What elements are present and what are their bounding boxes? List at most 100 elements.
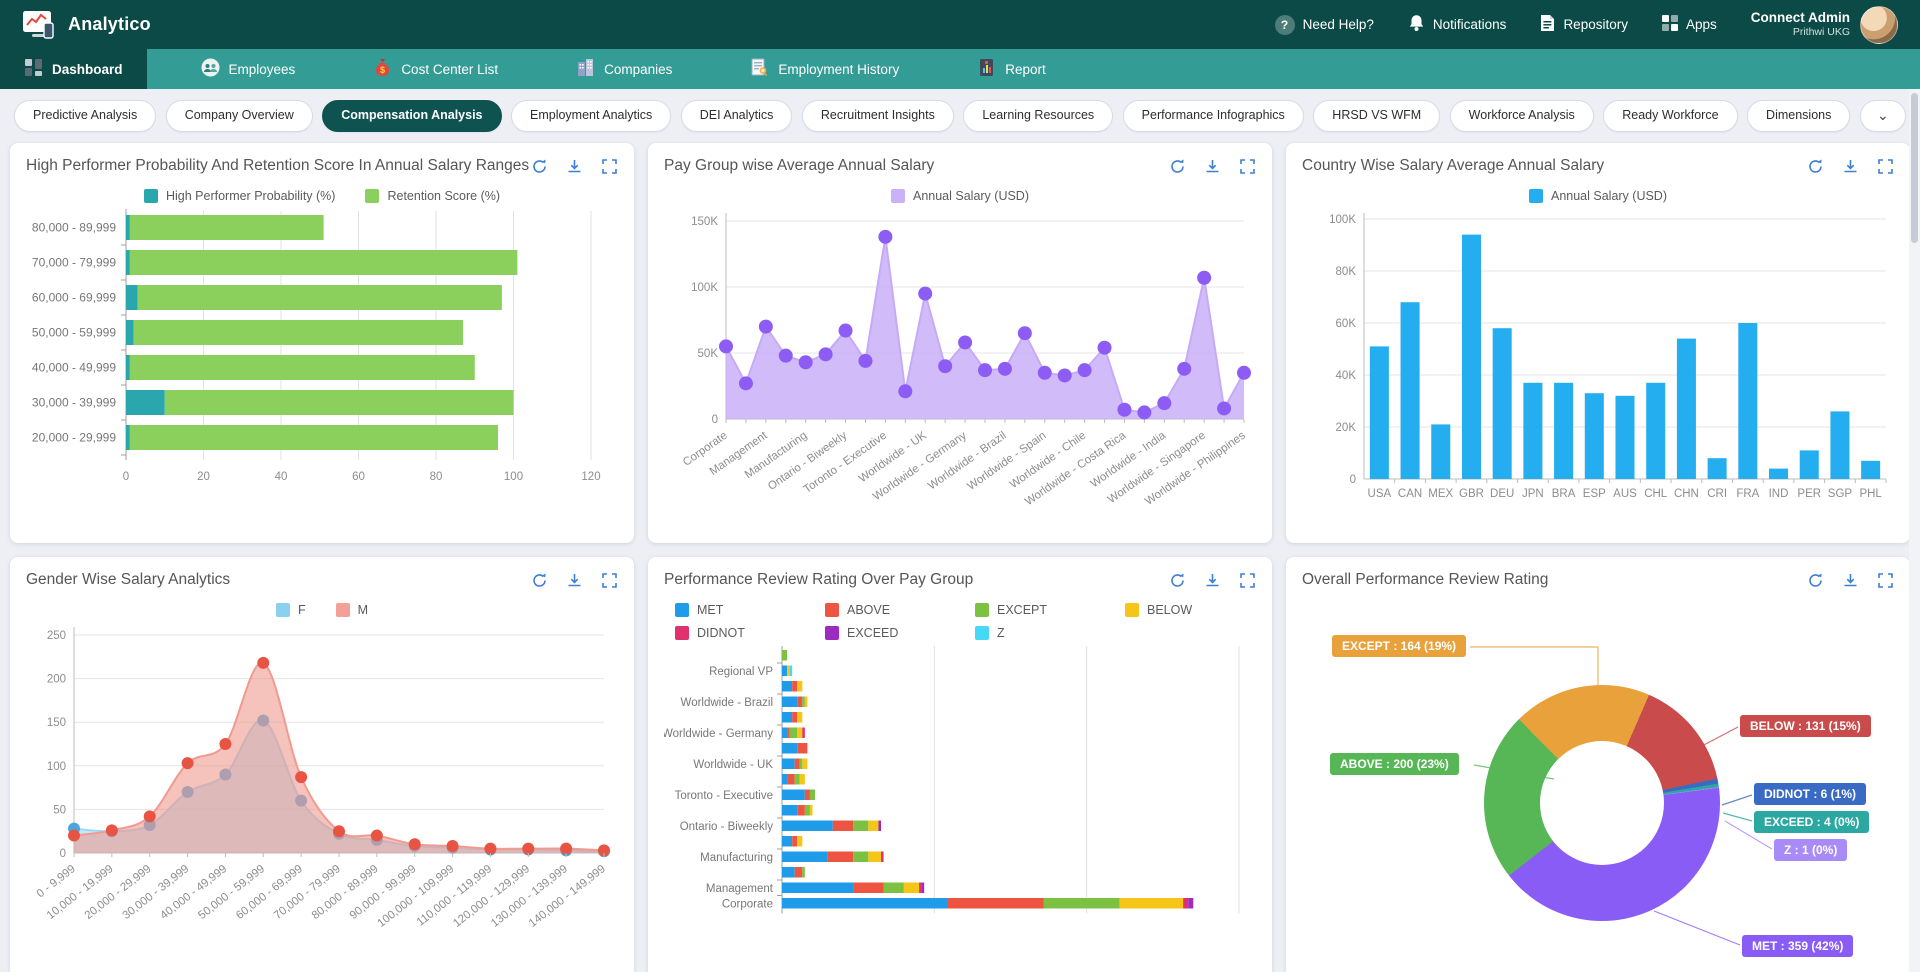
stack-segment-EXCEPT[interactable] [884, 883, 904, 894]
stack-segment-BELOW[interactable] [797, 836, 802, 847]
bar-high-performer[interactable] [126, 250, 130, 275]
stack-segment-MET[interactable] [782, 836, 792, 847]
data-point[interactable] [878, 230, 892, 244]
refresh-icon[interactable] [531, 572, 548, 589]
data-point-M[interactable] [219, 738, 231, 750]
refresh-icon[interactable] [1169, 158, 1186, 175]
user-avatar[interactable] [1860, 6, 1898, 44]
data-point[interactable] [1058, 368, 1072, 382]
filters-more-button[interactable]: ⌄ [1860, 100, 1906, 132]
stack-segment-EXCEPT[interactable] [853, 852, 868, 863]
stack-segment-EXCEPT[interactable] [795, 774, 800, 785]
stack-segment-MET[interactable] [782, 697, 797, 708]
stack-segment-EXCEED[interactable] [922, 883, 925, 894]
legend-item[interactable]: MET [675, 603, 795, 617]
legend-item[interactable]: M [336, 603, 368, 617]
data-point[interactable] [1018, 326, 1032, 340]
bar-retention[interactable] [130, 425, 498, 450]
stack-segment-MET[interactable] [782, 728, 787, 739]
stack-segment-EXCEPT[interactable] [802, 697, 805, 708]
stack-segment-EXCEED[interactable] [878, 821, 881, 832]
stack-segment-BELOW[interactable] [904, 883, 919, 894]
stack-segment-MET[interactable] [782, 666, 787, 677]
stack-segment-DIDNOT[interactable] [919, 883, 922, 894]
stack-segment-EXCEPT[interactable] [1044, 898, 1120, 909]
stack-segment-ABOVE[interactable] [792, 712, 797, 723]
data-point[interactable] [819, 347, 833, 361]
stack-segment-DIDNOT[interactable] [1183, 898, 1188, 909]
stack-segment-EXCEPT[interactable] [853, 821, 868, 832]
expand-icon[interactable] [601, 572, 618, 589]
download-icon[interactable] [566, 572, 583, 589]
bar-country-salary[interactable] [1585, 393, 1604, 479]
stack-segment-EXCEPT[interactable] [805, 805, 810, 816]
bar-country-salary[interactable] [1738, 323, 1757, 479]
stack-segment-MET[interactable] [782, 790, 805, 801]
data-point[interactable] [958, 335, 972, 349]
data-point[interactable] [1157, 396, 1171, 410]
download-icon[interactable] [1204, 572, 1221, 589]
data-point-M[interactable] [522, 843, 534, 855]
refresh-icon[interactable] [531, 158, 548, 175]
data-point[interactable] [719, 339, 733, 353]
stack-segment-ABOVE[interactable] [947, 898, 1043, 909]
slice-badge-exceed[interactable]: EXCEED : 4 (0%) [1754, 811, 1869, 833]
expand-icon[interactable] [1877, 572, 1894, 589]
stack-segment-MET[interactable] [782, 852, 828, 863]
stack-segment-ABOVE[interactable] [795, 759, 800, 770]
data-point[interactable] [799, 355, 813, 369]
filter-pill-performance-infographics[interactable]: Performance Infographics [1123, 100, 1304, 132]
expand-icon[interactable] [1877, 158, 1894, 175]
data-point-M[interactable] [333, 825, 345, 837]
legend-item[interactable]: BELOW [1125, 603, 1245, 617]
stack-segment-BELOW[interactable] [800, 774, 805, 785]
stack-segment-ABOVE[interactable] [797, 697, 802, 708]
nav-tab-report[interactable]: Report [953, 49, 1070, 89]
data-point-M[interactable] [409, 838, 421, 850]
data-point[interactable] [1078, 363, 1092, 377]
filter-pill-dimensions[interactable]: Dimensions [1747, 100, 1850, 132]
bar-country-salary[interactable] [1462, 235, 1481, 479]
data-point[interactable] [918, 287, 932, 301]
stack-segment-MET[interactable] [782, 898, 947, 909]
refresh-icon[interactable] [1807, 158, 1824, 175]
stack-segment-BELOW[interactable] [797, 681, 802, 692]
nav-tab-cost-center-list[interactable]: $Cost Center List [349, 49, 522, 89]
stack-segment-ABOVE[interactable] [853, 883, 883, 894]
download-icon[interactable] [1842, 572, 1859, 589]
page-scrollbar[interactable] [1909, 89, 1920, 972]
stack-segment-BELOW[interactable] [1120, 898, 1183, 909]
bar-high-performer[interactable] [126, 215, 130, 240]
filter-pill-dei-analytics[interactable]: DEI Analytics [681, 100, 793, 132]
stack-segment-ABOVE[interactable] [795, 867, 803, 878]
expand-icon[interactable] [1239, 158, 1256, 175]
stack-segment-MET[interactable] [782, 867, 795, 878]
slice-badge-z[interactable]: Z : 1 (0%) [1774, 839, 1847, 861]
legend-item[interactable]: ABOVE [825, 603, 945, 617]
bar-country-salary[interactable] [1677, 339, 1696, 479]
data-point[interactable] [858, 354, 872, 368]
stack-segment-MET[interactable] [782, 681, 792, 692]
bar-country-salary[interactable] [1431, 424, 1450, 479]
nav-tab-employment-history[interactable]: Employment History [726, 49, 923, 89]
data-point[interactable] [759, 320, 773, 334]
slice-badge-below[interactable]: BELOW : 131 (15%) [1740, 715, 1871, 737]
data-point[interactable] [1098, 341, 1112, 355]
filter-pill-recruitment-insights[interactable]: Recruitment Insights [802, 100, 954, 132]
legend-item[interactable]: EXCEED [825, 626, 945, 640]
bar-retention[interactable] [165, 390, 514, 415]
slice-badge-didnot[interactable]: DIDNOT : 6 (1%) [1754, 783, 1866, 805]
stack-segment-BELOW[interactable] [868, 852, 881, 863]
bar-country-salary[interactable] [1769, 469, 1788, 479]
stack-segment-BELOW[interactable] [802, 759, 807, 770]
data-point[interactable] [1117, 403, 1131, 417]
data-point-M[interactable] [560, 843, 572, 855]
data-point[interactable] [1137, 405, 1151, 419]
expand-icon[interactable] [1239, 572, 1256, 589]
data-point[interactable] [898, 384, 912, 398]
stack-segment-EXCEPT[interactable] [800, 759, 803, 770]
nav-tab-companies[interactable]: Companies [552, 49, 696, 89]
stack-segment-EXCEED[interactable] [1188, 898, 1193, 909]
stack-segment-BELOW[interactable] [810, 805, 813, 816]
stack-segment-MET[interactable] [782, 712, 792, 723]
